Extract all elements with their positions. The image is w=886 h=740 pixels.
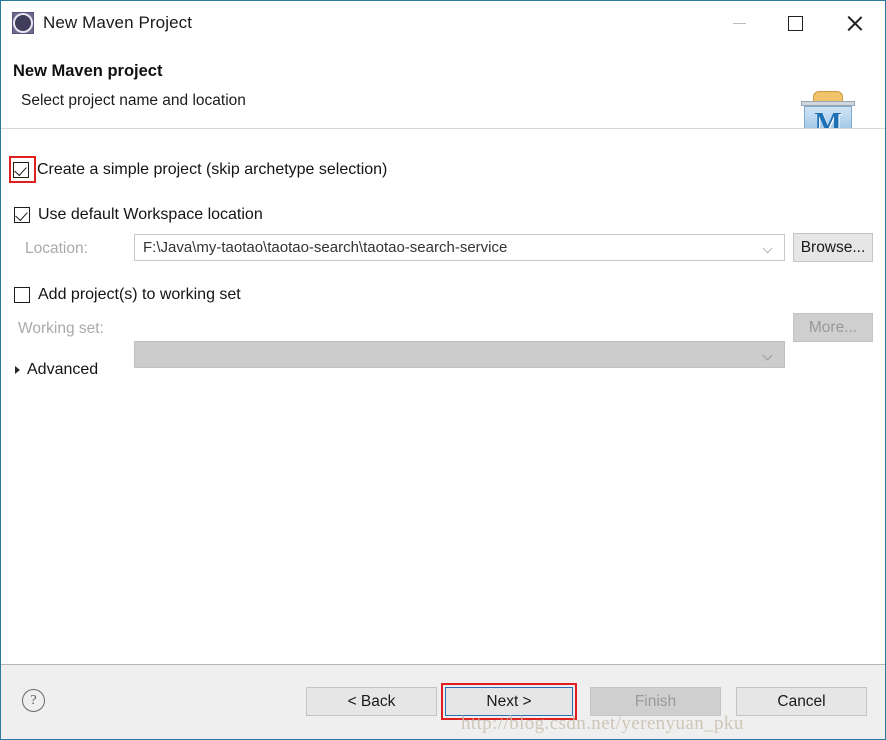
- maven-gear-icon: [12, 12, 34, 34]
- minimize-button[interactable]: [711, 1, 767, 45]
- chevron-down-icon: [764, 352, 773, 358]
- finish-button: Finish: [590, 687, 721, 716]
- add-to-working-set-checkbox[interactable]: [14, 287, 30, 303]
- location-combo[interactable]: F:\Java\my-taotao\taotao-search\taotao-s…: [134, 234, 785, 261]
- add-to-working-set-label: Add project(s) to working set: [38, 286, 241, 303]
- gear-ring: [15, 15, 31, 31]
- window-controls: [711, 1, 885, 45]
- wizard-header: New Maven project Select project name an…: [1, 45, 885, 141]
- cancel-button[interactable]: Cancel: [736, 687, 867, 716]
- minimize-icon: [732, 22, 746, 24]
- next-button[interactable]: Next >: [445, 687, 573, 716]
- default-workspace-label: Use default Workspace location: [38, 206, 263, 223]
- location-label: Location:: [25, 240, 88, 257]
- simple-project-label: Create a simple project (skip archetype …: [37, 161, 388, 178]
- window-title: New Maven Project: [43, 13, 193, 32]
- browse-button[interactable]: Browse...: [793, 233, 873, 262]
- close-button[interactable]: [823, 1, 885, 45]
- wizard-body: Create a simple project (skip archetype …: [1, 129, 885, 664]
- location-value: F:\Java\my-taotao\taotao-search\taotao-s…: [143, 239, 508, 256]
- watermark-text: http://blog.csdn.net/yerenyuan_pku: [461, 713, 744, 734]
- default-workspace-checkbox[interactable]: [14, 207, 30, 223]
- simple-project-checkbox-row[interactable]: Create a simple project (skip archetype …: [13, 161, 387, 179]
- help-icon[interactable]: ?: [22, 689, 45, 712]
- maximize-button[interactable]: [767, 1, 823, 45]
- chevron-right-icon: [15, 366, 20, 374]
- close-icon: [845, 14, 864, 33]
- page-title: New Maven project: [13, 62, 163, 80]
- back-button[interactable]: < Back: [306, 687, 437, 716]
- advanced-expander[interactable]: Advanced: [15, 361, 98, 379]
- working-set-combo: [134, 341, 785, 368]
- chevron-down-icon[interactable]: [764, 245, 773, 251]
- new-maven-project-dialog: New Maven Project New Maven project Sele…: [0, 0, 886, 740]
- simple-project-checkbox[interactable]: [13, 162, 29, 178]
- default-workspace-checkbox-row[interactable]: Use default Workspace location: [14, 206, 263, 224]
- working-set-checkbox-row[interactable]: Add project(s) to working set: [14, 286, 241, 304]
- page-subtitle: Select project name and location: [21, 92, 246, 109]
- more-button: More...: [793, 313, 873, 342]
- advanced-label: Advanced: [27, 361, 99, 378]
- working-set-label: Working set:: [18, 320, 104, 337]
- title-bar: New Maven Project: [1, 1, 885, 45]
- maximize-icon: [787, 15, 803, 31]
